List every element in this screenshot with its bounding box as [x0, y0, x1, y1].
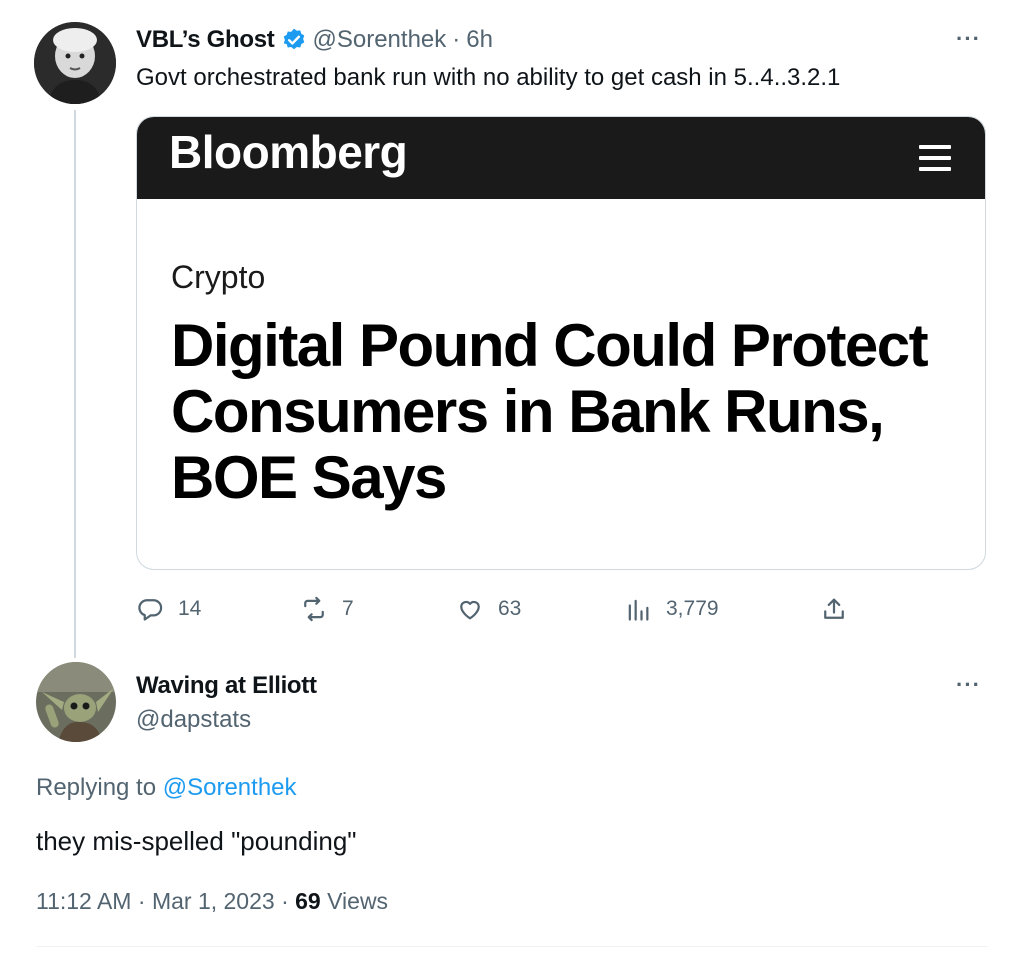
avatar-waving-at-elliott[interactable] [36, 662, 116, 742]
reply-views-label: Views [327, 888, 389, 914]
share-upload-icon [824, 598, 844, 619]
tweet-text: Govt orchestrated bank run with no abili… [136, 64, 841, 91]
bottom-divider [36, 946, 988, 947]
reply-author-name[interactable]: Waving at Elliott [136, 672, 317, 700]
views-count: 3,779 [666, 597, 719, 620]
reply-more-options-icon[interactable]: ··· [956, 672, 981, 698]
like-action[interactable]: 63 [456, 592, 521, 626]
reply-time[interactable]: 11:12 AM [36, 888, 131, 914]
reply-date[interactable]: Mar 1, 2023 [152, 888, 275, 914]
views-bar-chart-icon [628, 599, 649, 621]
share-action[interactable] [820, 592, 862, 626]
bloomberg-logo: Bloomberg [169, 126, 408, 178]
author-name[interactable]: VBL’s Ghost [136, 26, 275, 54]
article-headline: Digital Pound Could Protect Consumers in… [171, 312, 929, 511]
reply-count: 14 [178, 597, 202, 620]
reply-views-count: 69 [295, 888, 321, 914]
tweet-image-card[interactable]: Bloomberg Crypto Digital Pound Could Pro… [136, 116, 986, 570]
tweet-time[interactable]: 6h [466, 26, 493, 54]
reply-text: they mis-spelled "pounding" [36, 826, 357, 856]
reply-action[interactable]: 14 [136, 592, 201, 626]
retweet-icon [304, 596, 324, 622]
like-count: 63 [498, 597, 522, 620]
bloomberg-header-bar: Bloomberg [137, 117, 985, 199]
reply-bubble-icon [138, 599, 163, 621]
avatar-image-icon [36, 662, 116, 742]
tweet-header: VBL’s Ghost @Sorenthek · 6h [136, 26, 493, 54]
meta-separator: · [452, 26, 461, 53]
meta-separator: · [281, 888, 289, 914]
heart-icon [460, 600, 480, 620]
hamburger-menu-icon [919, 145, 951, 171]
meta-separator: · [137, 888, 146, 914]
more-options-icon[interactable]: ··· [956, 26, 981, 52]
retweet-action[interactable]: 7 [300, 592, 354, 626]
views-action[interactable]: 3,779 [624, 592, 719, 626]
thread-connector-line [74, 110, 76, 658]
replying-to-label: Replying to [36, 774, 157, 801]
replying-to-handle-link[interactable]: @Sorenthek [163, 774, 297, 801]
article-kicker: Crypto [171, 259, 266, 295]
retweet-count: 7 [342, 597, 354, 620]
author-handle[interactable]: @Sorenthek [313, 26, 447, 54]
verified-badge-icon [283, 28, 304, 50]
reply-meta: 11:12 AM · Mar 1, 2023 · 69 Views [36, 888, 388, 915]
replying-to-line: Replying to @Sorenthek [36, 774, 297, 802]
reply-author-handle[interactable]: @dapstats [136, 706, 251, 734]
avatar-vbls-ghost[interactable] [34, 22, 116, 104]
avatar-image-icon [34, 22, 116, 104]
